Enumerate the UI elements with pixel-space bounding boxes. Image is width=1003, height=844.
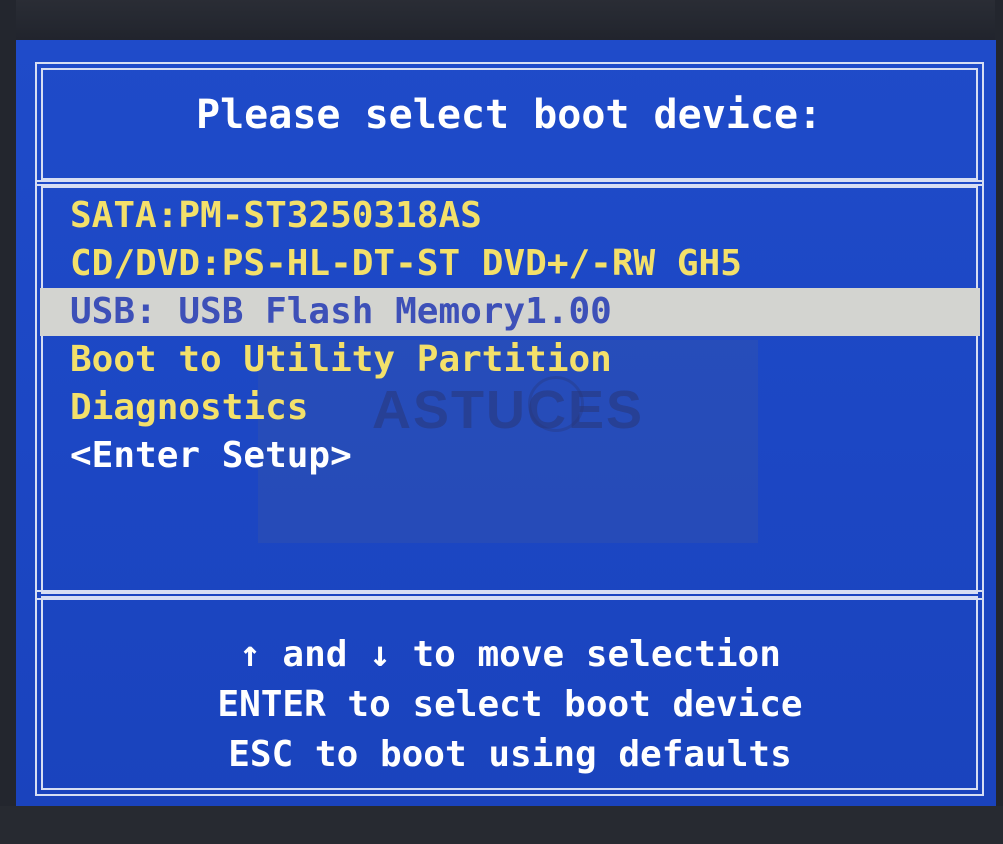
help-line-navigation: ↑ and ↓ to move selection xyxy=(239,634,781,675)
monitor-bezel-bottom xyxy=(0,806,1003,844)
bios-boot-screen: Please select boot device: ASTUCES SATA:… xyxy=(16,40,996,806)
boot-item-cd-dvd[interactable]: CD/DVD:PS-HL-DT-ST DVD+/-RW GH5 xyxy=(40,240,980,288)
boot-device-menu: SATA:PM-ST3250318AS CD/DVD:PS-HL-DT-ST D… xyxy=(40,192,980,480)
boot-item-sata[interactable]: SATA:PM-ST3250318AS xyxy=(40,192,980,240)
help-line-enter: ENTER to select boot device xyxy=(217,684,803,725)
help-instructions: ↑ and ↓ to move selection ENTER to selec… xyxy=(40,630,980,780)
help-line-esc: ESC to boot using defaults xyxy=(228,734,792,775)
boot-item-usb[interactable]: USB: USB Flash Memory1.00 xyxy=(40,288,980,336)
monitor-bezel-left xyxy=(0,0,16,844)
boot-item-enter-setup[interactable]: <Enter Setup> xyxy=(40,432,980,480)
monitor-bezel-top xyxy=(0,0,1003,44)
boot-item-diagnostics[interactable]: Diagnostics xyxy=(40,384,980,432)
monitor-bezel-right xyxy=(995,0,1003,844)
boot-item-utility-partition[interactable]: Boot to Utility Partition xyxy=(40,336,980,384)
page-title: Please select boot device: xyxy=(196,92,823,138)
